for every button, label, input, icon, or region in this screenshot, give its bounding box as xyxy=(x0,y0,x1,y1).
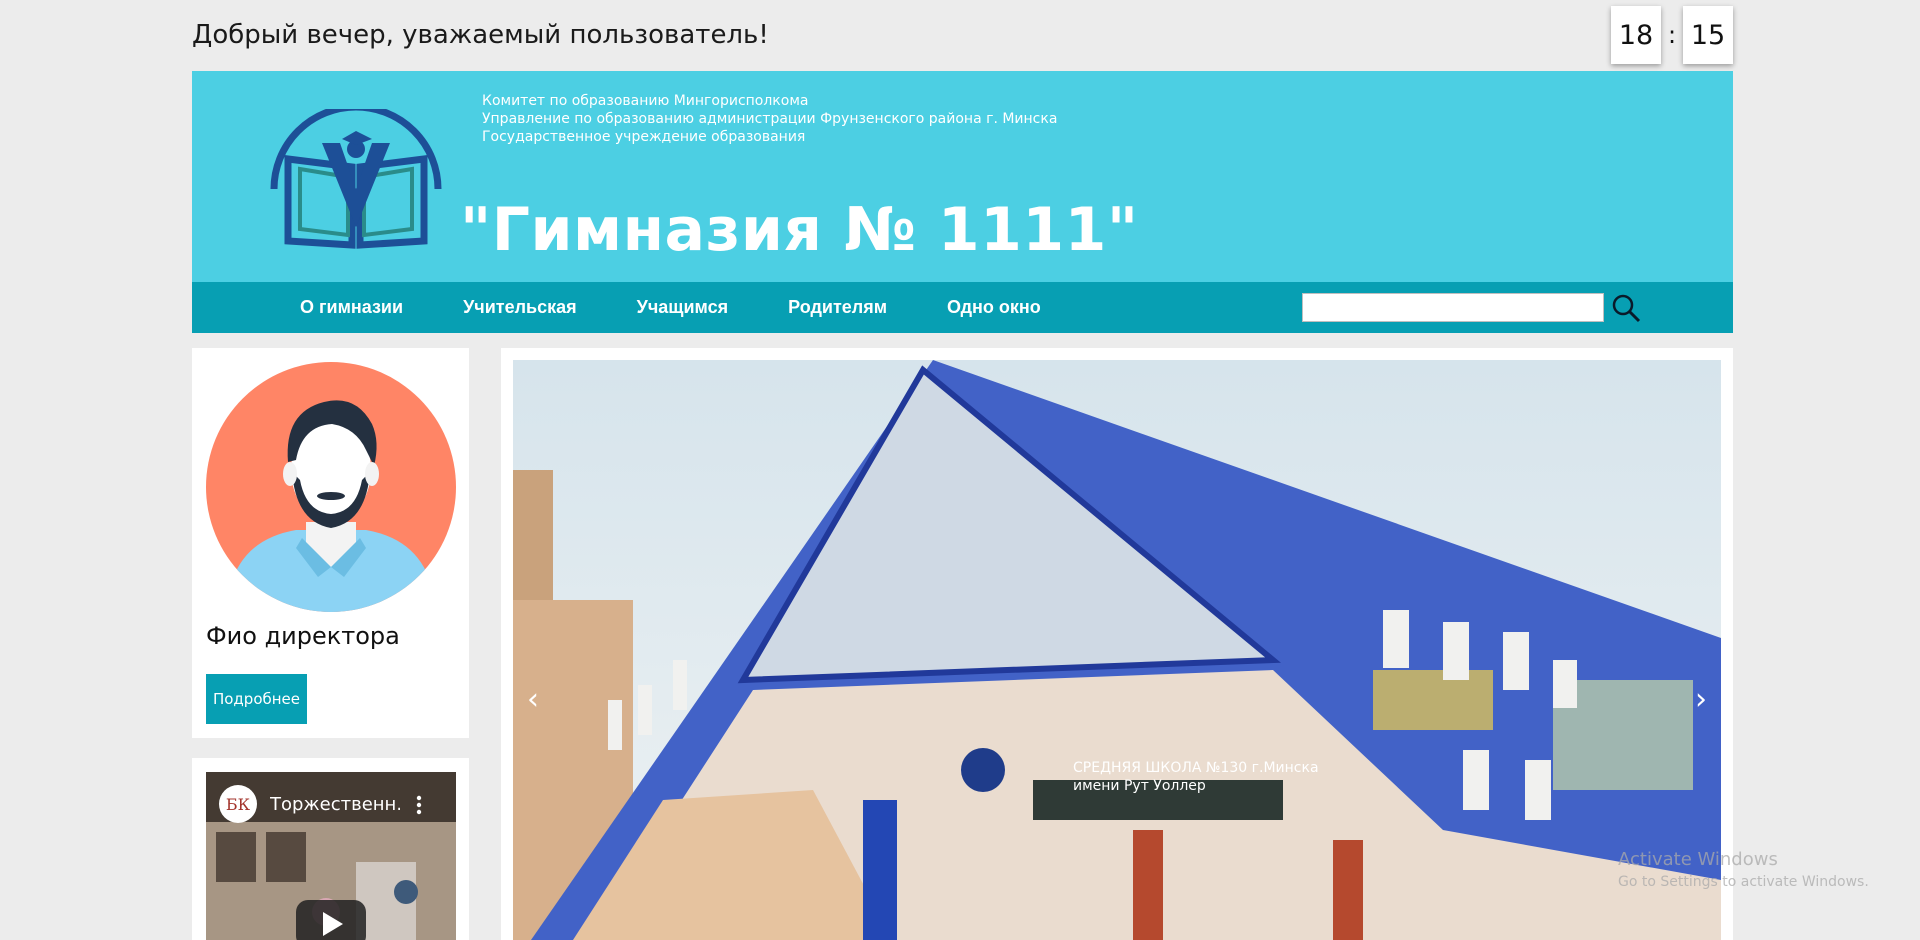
header-line-institution: Государственное учреждение образования xyxy=(482,129,806,145)
search-icon[interactable] xyxy=(1610,292,1642,324)
nav-menu: О гимназии Учительская Учащимся Родителя… xyxy=(300,282,1101,333)
director-name: Фио директора xyxy=(206,622,400,650)
clock-separator: : xyxy=(1667,21,1677,49)
play-icon[interactable] xyxy=(296,900,366,940)
channel-logo-icon[interactable]: БК xyxy=(218,784,258,824)
header-line-department: Управление по образованию администрации … xyxy=(482,111,1058,127)
video-title[interactable]: Торжественн... xyxy=(270,794,400,815)
more-button[interactable]: Подробнее xyxy=(206,674,307,724)
nav-item-teachers[interactable]: Учительская xyxy=(463,297,577,318)
director-card: Фио директора Подробнее xyxy=(192,348,469,738)
slide-school-building: СРЕДНЯЯ ШКОЛА №130 г.Минска имени Рут Уо… xyxy=(513,360,1721,940)
watermark-line1: Activate Windows xyxy=(1618,849,1778,870)
slider-prev-button[interactable]: ‹ xyxy=(527,682,539,717)
video-card: БК Торжественн... xyxy=(192,758,469,940)
nav-item-about[interactable]: О гимназии xyxy=(300,297,403,318)
main-nav: О гимназии Учительская Учащимся Родителя… xyxy=(192,282,1733,333)
image-slider: СРЕДНЯЯ ШКОЛА №130 г.Минска имени Рут Уо… xyxy=(501,348,1733,940)
nav-item-one-window[interactable]: Одно окно xyxy=(947,297,1041,318)
header-line-committee: Комитет по образованию Мингорисполкома xyxy=(482,93,809,109)
search-input[interactable] xyxy=(1302,293,1604,322)
building-sign-line1: СРЕДНЯЯ ШКОЛА №130 г.Минска xyxy=(1073,760,1319,776)
site-title: "Гимназия № 1111" xyxy=(460,195,1139,265)
channel-logo-text: БК xyxy=(226,795,251,814)
greeting-text: Добрый вечер, уважаемый пользователь! xyxy=(192,20,769,50)
top-bar: Добрый вечер, уважаемый пользователь! 18… xyxy=(192,0,1733,71)
site-header: Комитет по образованию Мингорисполкома У… xyxy=(192,71,1733,282)
school-building-image: СРЕДНЯЯ ШКОЛА №130 г.Минска имени Рут Уо… xyxy=(513,360,1721,940)
more-vert-icon[interactable] xyxy=(414,794,424,816)
clock-hours: 18 xyxy=(1611,6,1661,64)
gymnasium-logo[interactable] xyxy=(268,109,444,253)
slider-next-button[interactable]: › xyxy=(1695,682,1707,717)
video-player[interactable]: БК Торжественн... xyxy=(206,772,456,940)
nav-item-students[interactable]: Учащимся xyxy=(637,297,729,318)
clock-minutes: 15 xyxy=(1683,6,1733,64)
windows-activation-watermark: Activate Windows Go to Settings to activ… xyxy=(1618,849,1869,890)
building-sign-line2: имени Рут Уоллер xyxy=(1073,778,1206,794)
nav-item-parents[interactable]: Родителям xyxy=(788,297,887,318)
director-avatar xyxy=(206,362,456,612)
watermark-line2: Go to Settings to activate Windows. xyxy=(1618,874,1869,890)
clock: 18 : 15 xyxy=(1611,6,1733,64)
header-subtitle-lines: Комитет по образованию Мингорисполкома У… xyxy=(482,92,1057,146)
